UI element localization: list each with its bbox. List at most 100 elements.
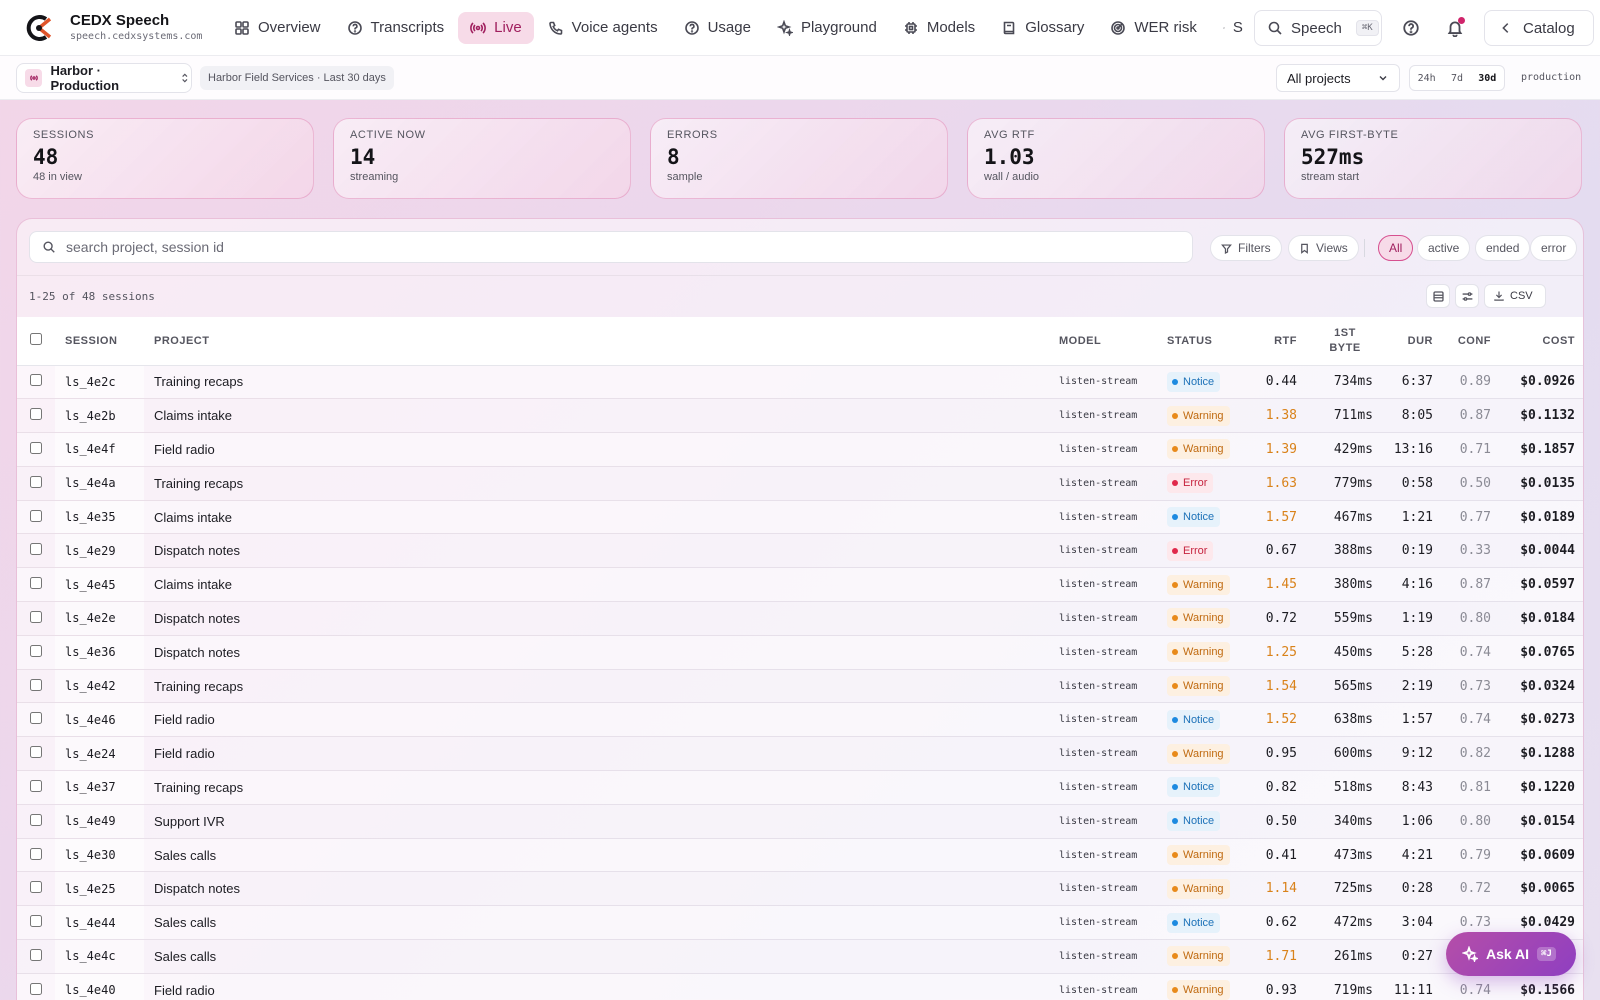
column-header-rtf[interactable]: RTF: [1247, 317, 1307, 366]
session-id[interactable]: ls_4e4a: [55, 466, 144, 501]
table-row[interactable]: ls_4e37 Training recaps listen-stream Notic…: [17, 770, 1583, 805]
row-checkbox[interactable]: [30, 678, 42, 691]
column-header-session[interactable]: SESSION: [55, 317, 144, 366]
session-id[interactable]: ls_4e29: [55, 533, 144, 568]
session-id[interactable]: ls_4e40: [55, 973, 144, 1000]
status-filter-all[interactable]: All: [1378, 235, 1414, 261]
column-header-cost[interactable]: COST: [1501, 317, 1583, 366]
row-checkbox[interactable]: [30, 881, 42, 894]
row-checkbox[interactable]: [30, 915, 42, 928]
session-id[interactable]: ls_4e4c: [55, 939, 144, 974]
nav-live[interactable]: Live: [458, 11, 534, 44]
session-id[interactable]: ls_4e2e: [55, 601, 144, 636]
table-row[interactable]: ls_4e4a Training recaps listen-stream Error…: [17, 466, 1583, 501]
table-row[interactable]: ls_4e29 Dispatch notes listen-stream Error 0…: [17, 533, 1583, 568]
range-24h[interactable]: 24h: [1418, 73, 1436, 84]
table-row[interactable]: ls_4e40 Field radio listen-stream Warning 0.…: [17, 973, 1583, 1000]
row-checkbox[interactable]: [30, 644, 42, 657]
row-checkbox[interactable]: [30, 509, 42, 522]
project-name: Dispatch notes: [154, 881, 240, 897]
column-header-project[interactable]: PROJECT: [144, 317, 1049, 366]
session-id[interactable]: ls_4e4f: [55, 432, 144, 467]
table-row[interactable]: ls_4e45 Claims intake listen-stream Warning…: [17, 567, 1583, 602]
row-checkbox[interactable]: [30, 374, 42, 387]
row-checkbox[interactable]: [30, 779, 42, 792]
table-row[interactable]: ls_4e4f Field radio listen-stream Warning 1.…: [17, 432, 1583, 467]
select-all-checkbox[interactable]: [30, 332, 42, 345]
global-search-button[interactable]: Speech ⌘K: [1254, 10, 1382, 46]
session-id[interactable]: ls_4e49: [55, 804, 144, 839]
session-id[interactable]: ls_4e36: [55, 635, 144, 670]
row-checkbox[interactable]: [30, 475, 42, 488]
session-id[interactable]: ls_4e37: [55, 770, 144, 805]
ask-ai-button[interactable]: Ask AI ⌘J: [1446, 932, 1576, 976]
table-row[interactable]: ls_4e4c Sales calls listen-stream Warning 1.…: [17, 939, 1583, 974]
nav-overview[interactable]: Overview: [222, 12, 333, 44]
nav-glossary[interactable]: Glossary: [989, 12, 1096, 44]
session-id[interactable]: ls_4e42: [55, 669, 144, 703]
status-filter-error[interactable]: error: [1530, 235, 1578, 261]
nav-voice-agents[interactable]: Voice agents: [536, 12, 670, 44]
table-row[interactable]: ls_4e49 Support IVR listen-stream Notice 0.5…: [17, 804, 1583, 839]
project-switcher[interactable]: Harbor · Production: [16, 63, 192, 93]
column-header-dur[interactable]: DUR: [1383, 317, 1443, 366]
help-button[interactable]: [1397, 14, 1425, 42]
session-id[interactable]: ls_4e45: [55, 567, 144, 602]
table-row[interactable]: ls_4e2e Dispatch notes listen-stream Warnin…: [17, 601, 1583, 636]
export-csv-button[interactable]: CSV: [1484, 284, 1546, 308]
range-7d[interactable]: 7d: [1451, 73, 1463, 84]
status-filter-ended[interactable]: ended: [1475, 235, 1531, 261]
nav-playground[interactable]: Playground: [765, 12, 889, 44]
density-button[interactable]: [1426, 284, 1450, 308]
table-row[interactable]: ls_4e46 Field radio listen-stream Notice 1.5…: [17, 702, 1583, 737]
session-id[interactable]: ls_4e2c: [55, 365, 144, 399]
range-30d[interactable]: 30d: [1478, 73, 1496, 84]
nav-transcripts[interactable]: Transcripts: [335, 12, 457, 44]
projects-filter-select[interactable]: All projects: [1276, 64, 1400, 92]
table-row[interactable]: ls_4e24 Field radio listen-stream Warning 0.…: [17, 736, 1583, 771]
columns-button[interactable]: [1455, 284, 1479, 308]
session-id[interactable]: ls_4e24: [55, 736, 144, 771]
nav-settings-clipped[interactable]: S: [1211, 12, 1243, 44]
column-header-model[interactable]: MODEL: [1049, 317, 1157, 366]
row-checkbox[interactable]: [30, 441, 42, 454]
row-checkbox[interactable]: [30, 712, 42, 725]
session-search-input[interactable]: [66, 239, 1166, 255]
table-row[interactable]: ls_4e42 Training recaps listen-stream Warni…: [17, 669, 1583, 703]
brand[interactable]: CEDX Speech speech.cedxsystems.com: [0, 10, 222, 45]
status-filter-active[interactable]: active: [1417, 235, 1471, 261]
row-checkbox[interactable]: [30, 948, 42, 961]
nav-models[interactable]: Models: [891, 12, 987, 44]
session-id[interactable]: ls_4e25: [55, 871, 144, 906]
row-checkbox[interactable]: [30, 543, 42, 556]
row-checkbox[interactable]: [30, 982, 42, 995]
column-header-first-byte[interactable]: 1ST BYTE: [1307, 317, 1383, 366]
session-id[interactable]: ls_4e2b: [55, 398, 144, 433]
row-checkbox[interactable]: [30, 610, 42, 623]
column-header-conf[interactable]: CONF: [1443, 317, 1501, 366]
nav-wer-risk[interactable]: WER risk: [1098, 12, 1209, 44]
filters-button[interactable]: Filters: [1210, 235, 1282, 261]
views-button[interactable]: Views: [1288, 235, 1359, 261]
row-checkbox[interactable]: [30, 577, 42, 590]
row-checkbox[interactable]: [30, 847, 42, 860]
notifications-button[interactable]: [1441, 14, 1469, 42]
column-header-status[interactable]: STATUS: [1157, 317, 1247, 366]
table-row[interactable]: ls_4e25 Dispatch notes listen-stream Warnin…: [17, 871, 1583, 906]
table-row[interactable]: ls_4e30 Sales calls listen-stream Warning 0.…: [17, 838, 1583, 872]
catalog-button[interactable]: Catalog: [1484, 10, 1594, 46]
row-checkbox[interactable]: [30, 746, 42, 759]
row-checkbox[interactable]: [30, 813, 42, 826]
session-id[interactable]: ls_4e44: [55, 905, 144, 940]
session-id[interactable]: ls_4e46: [55, 702, 144, 737]
row-checkbox[interactable]: [30, 408, 42, 421]
table-row[interactable]: ls_4e44 Sales calls listen-stream Notice 0.6…: [17, 905, 1583, 940]
nav-usage[interactable]: Usage: [672, 12, 763, 44]
session-id[interactable]: ls_4e30: [55, 838, 144, 872]
table-row[interactable]: ls_4e2b Claims intake listen-stream Warning…: [17, 398, 1583, 433]
table-row[interactable]: ls_4e35 Claims intake listen-stream Notice 1…: [17, 500, 1583, 534]
table-row[interactable]: ls_4e36 Dispatch notes listen-stream Warnin…: [17, 635, 1583, 670]
sessions-panel: Filters Views All active ended error 1-2…: [16, 218, 1584, 1000]
session-id[interactable]: ls_4e35: [55, 500, 144, 534]
table-row[interactable]: ls_4e2c Training recaps listen-stream Notic…: [17, 365, 1583, 399]
